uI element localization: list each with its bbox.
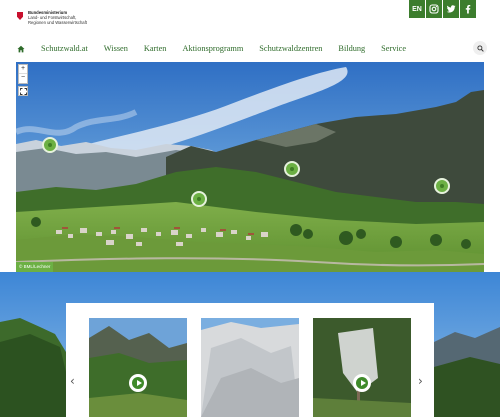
video-thumbnail[interactable] xyxy=(89,318,187,417)
panorama-hotspot[interactable] xyxy=(191,191,207,207)
nav-item-schutzwald[interactable]: Schutzwald.at xyxy=(33,44,96,53)
featured-section: ‹ › xyxy=(0,272,500,417)
video-thumbnail[interactable] xyxy=(313,318,411,417)
image-thumbnail[interactable] xyxy=(201,318,299,417)
site-header: Bundesministerium Land- und Forstwirtsch… xyxy=(0,0,500,62)
search-button[interactable] xyxy=(473,41,487,55)
play-button[interactable] xyxy=(129,374,147,392)
zoom-out-button[interactable]: − xyxy=(19,74,27,83)
logo-text: Bundesministerium Land- und Forstwirtsch… xyxy=(28,10,87,26)
play-icon xyxy=(356,377,368,389)
zoom-control: + − xyxy=(18,64,28,84)
thumbnail-image xyxy=(313,318,411,417)
nav-item-wissen[interactable]: Wissen xyxy=(96,44,136,53)
thumbnail-image xyxy=(89,318,187,417)
twitter-button[interactable] xyxy=(443,0,459,18)
ministry-logo[interactable]: Bundesministerium Land- und Forstwirtsch… xyxy=(16,10,87,26)
play-button[interactable] xyxy=(353,374,371,392)
nav-item-service[interactable]: Service xyxy=(373,44,414,53)
nav-item-schutzwaldzentren[interactable]: Schutzwaldzentren xyxy=(251,44,330,53)
facebook-icon xyxy=(465,5,471,14)
home-icon[interactable] xyxy=(17,45,25,53)
nav-item-aktionsprogramm[interactable]: Aktionsprogramm xyxy=(174,44,251,53)
social-links: EN xyxy=(409,0,476,18)
language-button[interactable]: EN xyxy=(409,0,425,18)
zoom-in-button[interactable]: + xyxy=(19,65,27,74)
coat-of-arms-icon xyxy=(16,12,24,20)
panorama-viewer[interactable]: + − © BML/Lechner xyxy=(16,62,484,272)
fullscreen-icon xyxy=(19,87,27,95)
thumbnail-image xyxy=(201,318,299,417)
panorama-image xyxy=(16,62,484,272)
panorama-hotspot[interactable] xyxy=(434,178,450,194)
carousel-next-button[interactable]: › xyxy=(418,374,423,388)
twitter-icon xyxy=(446,5,456,13)
main-navigation: Schutzwald.at Wissen Karten Aktionsprogr… xyxy=(0,38,500,59)
panorama-hotspot[interactable] xyxy=(42,137,58,153)
instagram-button[interactable] xyxy=(426,0,442,18)
search-icon xyxy=(476,44,484,52)
nav-item-bildung[interactable]: Bildung xyxy=(330,44,373,53)
panorama-hotspot[interactable] xyxy=(284,161,300,177)
instagram-icon xyxy=(429,4,439,14)
nav-item-karten[interactable]: Karten xyxy=(136,44,175,53)
play-icon xyxy=(132,377,144,389)
facebook-button[interactable] xyxy=(460,0,476,18)
image-credit: © BML/Lechner xyxy=(16,262,54,272)
carousel-prev-button[interactable]: ‹ xyxy=(70,374,75,388)
logo-line-3: Regionen und Wasserwirtschaft xyxy=(28,20,87,26)
fullscreen-button[interactable] xyxy=(18,86,28,96)
